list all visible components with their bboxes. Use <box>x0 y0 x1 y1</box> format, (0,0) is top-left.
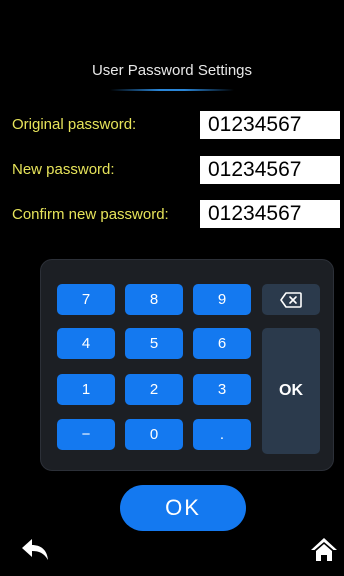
back-arrow-icon <box>22 539 48 560</box>
key-3[interactable]: 3 <box>193 374 251 405</box>
key-dot[interactable]: . <box>193 419 251 450</box>
backspace-icon <box>280 292 302 308</box>
key-1[interactable]: 1 <box>57 374 115 405</box>
keypad-ok-button[interactable]: OK <box>262 328 320 454</box>
key-0[interactable]: 0 <box>125 419 183 450</box>
confirm-ok-button[interactable]: OK <box>120 485 246 531</box>
key-9[interactable]: 9 <box>193 284 251 315</box>
back-button[interactable] <box>20 538 50 567</box>
key-5[interactable]: 5 <box>125 328 183 359</box>
original-password-field[interactable]: 01234567 <box>200 111 340 139</box>
page-title: User Password Settings <box>91 62 253 79</box>
key-8[interactable]: 8 <box>125 284 183 315</box>
key-2[interactable]: 2 <box>125 374 183 405</box>
key-4[interactable]: 4 <box>57 328 115 359</box>
key-7[interactable]: 7 <box>57 284 115 315</box>
key-6[interactable]: 6 <box>193 328 251 359</box>
home-icon <box>311 538 337 561</box>
new-password-label: New password: <box>12 161 115 178</box>
backspace-button[interactable] <box>262 284 320 315</box>
title-underline <box>110 89 234 91</box>
confirm-password-label: Confirm new password: <box>12 206 169 223</box>
numeric-keypad: 7 8 9 4 5 6 1 2 3 − 0 . OK <box>40 259 334 471</box>
new-password-field[interactable]: 01234567 <box>200 156 340 184</box>
confirm-password-field[interactable]: 01234567 <box>200 200 340 228</box>
home-button[interactable] <box>310 536 338 567</box>
key-minus[interactable]: − <box>57 419 115 450</box>
original-password-label: Original password: <box>12 116 137 133</box>
